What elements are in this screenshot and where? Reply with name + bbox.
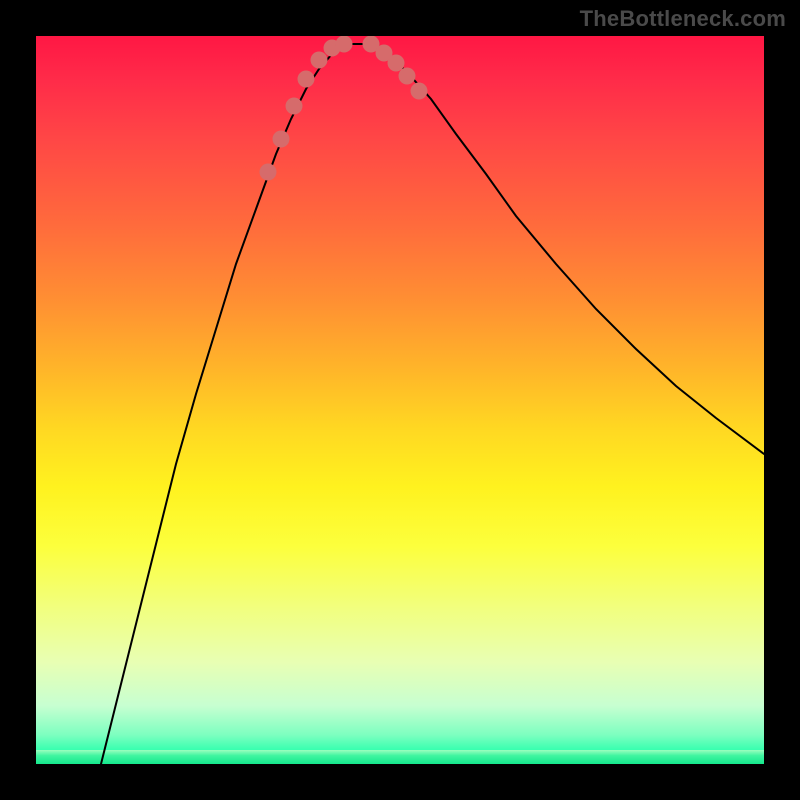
chart-frame: TheBottleneck.com bbox=[0, 0, 800, 800]
optimal-zone-band bbox=[36, 750, 764, 764]
watermark-text: TheBottleneck.com bbox=[580, 6, 786, 32]
heat-gradient-background bbox=[36, 36, 764, 764]
plot-area bbox=[36, 36, 764, 764]
